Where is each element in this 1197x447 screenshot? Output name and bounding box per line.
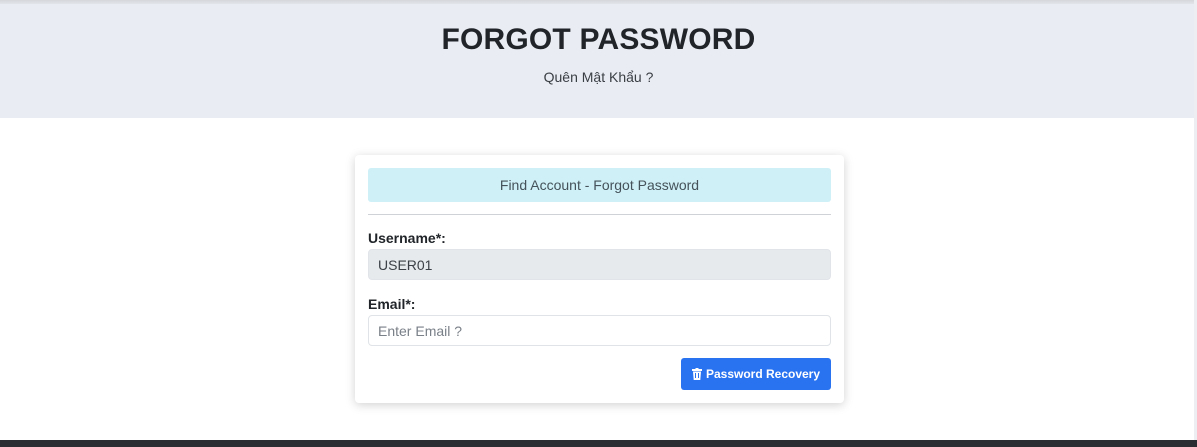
username-field: USER01 bbox=[368, 249, 831, 280]
divider bbox=[368, 214, 831, 215]
password-recovery-button[interactable]: Password Recovery bbox=[681, 358, 831, 390]
page-header: FORGOT PASSWORD Quên Mật Khẩu ? bbox=[0, 4, 1197, 118]
card-header: Find Account - Forgot Password bbox=[368, 168, 831, 202]
footer-bar bbox=[0, 440, 1197, 447]
password-recovery-label: Password Recovery bbox=[705, 367, 821, 381]
trash-icon bbox=[691, 368, 702, 380]
page-subtitle: Quên Mật Khẩu ? bbox=[543, 69, 654, 85]
page-title: FORGOT PASSWORD bbox=[441, 23, 756, 56]
username-value: USER01 bbox=[378, 256, 433, 273]
forgot-password-card: Find Account - Forgot Password Username*… bbox=[355, 155, 844, 403]
username-label: Username*: bbox=[368, 230, 446, 246]
card-header-text: Find Account - Forgot Password bbox=[499, 177, 700, 193]
email-label: Email*: bbox=[368, 296, 416, 312]
email-field[interactable] bbox=[368, 315, 831, 346]
